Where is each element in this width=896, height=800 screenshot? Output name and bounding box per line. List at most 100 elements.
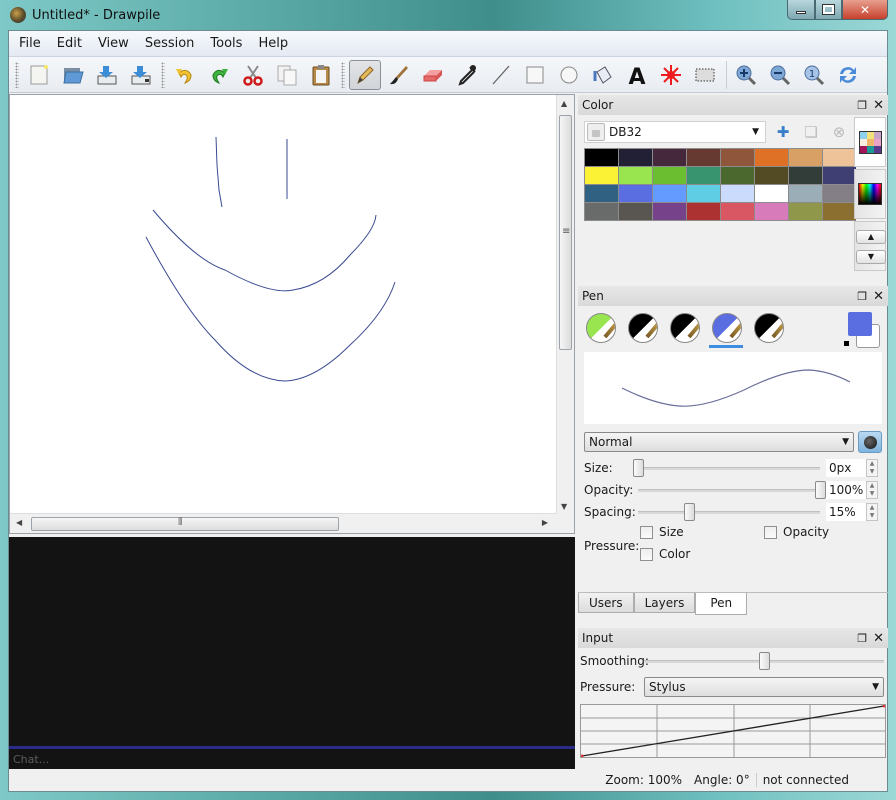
opacity-value[interactable]: 100% (826, 481, 866, 499)
rectangle-tool-button[interactable] (519, 60, 551, 90)
color-swatch[interactable] (755, 185, 788, 202)
size-spin-arrows[interactable]: ▲ ▼ (866, 459, 878, 477)
color-swatch[interactable] (585, 167, 618, 184)
color-swatch[interactable] (721, 149, 754, 166)
color-swatch[interactable] (585, 149, 618, 166)
color-swatch[interactable] (721, 167, 754, 184)
float-dock-icon[interactable]: ❐ (857, 290, 867, 303)
color-swatch[interactable] (687, 185, 720, 202)
pencil-tool-button[interactable] (349, 59, 381, 90)
minimize-button[interactable] (787, 0, 815, 20)
menu-edit[interactable]: Edit (49, 31, 90, 57)
color-swatch[interactable] (585, 203, 618, 220)
size-value[interactable]: 0px (826, 459, 866, 477)
zoom-out-button[interactable] (764, 60, 796, 90)
save-button[interactable] (91, 60, 123, 90)
color-swatch[interactable] (755, 149, 788, 166)
spacing-value[interactable]: 15% (826, 503, 866, 521)
float-dock-icon[interactable]: ❐ (857, 632, 867, 645)
checkbox-box[interactable] (640, 547, 653, 561)
spacing-slider-handle[interactable] (683, 503, 695, 521)
color-swatch[interactable] (823, 185, 856, 202)
tab-users[interactable]: Users (578, 593, 634, 613)
color-swatch[interactable] (755, 203, 788, 220)
close-button[interactable]: ✕ (842, 0, 888, 20)
palette-select[interactable]: DB32 ▼ (584, 121, 766, 143)
color-swatch[interactable] (755, 167, 788, 184)
opacity-slider-handle[interactable] (815, 481, 826, 499)
tool-preset-1[interactable] (586, 313, 616, 343)
toolbar-grip[interactable] (161, 61, 165, 88)
tool-preset-2[interactable] (628, 313, 658, 343)
toolbar-grip[interactable] (341, 61, 345, 88)
color-swatch[interactable] (823, 149, 856, 166)
eraser-mode-toggle[interactable] (858, 431, 882, 453)
opacity-spin-arrows[interactable]: ▲ ▼ (866, 481, 878, 499)
open-button[interactable] (57, 60, 89, 90)
add-palette-button[interactable]: ✚ (772, 123, 794, 141)
opacity-slider[interactable] (638, 481, 826, 499)
color-swatch[interactable] (721, 185, 754, 202)
color-swatch[interactable] (823, 167, 856, 184)
tool-preset-5[interactable] (754, 313, 784, 343)
color-swatch[interactable] (789, 203, 822, 220)
pressure-curve-editor[interactable] (580, 704, 886, 758)
canvas-view[interactable]: ▲ ▼ ◀ ▶ (9, 94, 575, 534)
pressure-color-checkbox[interactable]: Color (640, 547, 690, 561)
smoothing-slider[interactable] (644, 652, 884, 670)
tab-pen[interactable]: Pen (695, 593, 748, 615)
color-wheel-tab[interactable]: ▲ ▼ (854, 221, 886, 271)
color-picker-tool-button[interactable] (451, 60, 483, 90)
spacing-spin-arrows[interactable]: ▲ ▼ (866, 503, 878, 521)
redo-button[interactable] (203, 60, 235, 90)
close-dock-icon[interactable]: ✕ (873, 289, 884, 304)
brush-tool-button[interactable] (383, 60, 415, 90)
tool-preset-4[interactable] (712, 313, 742, 343)
copy-button[interactable] (271, 60, 303, 90)
pressure-size-checkbox[interactable]: Size (640, 525, 684, 539)
tabs-scroll-up-icon[interactable]: ▲ (856, 230, 886, 244)
fill-tool-button[interactable] (587, 60, 619, 90)
eraser-tool-button[interactable] (417, 60, 449, 90)
drawing-canvas[interactable] (10, 95, 556, 515)
undo-button[interactable] (169, 60, 201, 90)
selection-tool-button[interactable] (689, 60, 721, 90)
blend-mode-select[interactable]: Normal ▼ (584, 432, 854, 452)
color-swatch[interactable] (653, 185, 686, 202)
scroll-left-icon[interactable]: ◀ (16, 518, 22, 527)
color-swatch[interactable] (823, 203, 856, 220)
size-slider-handle[interactable] (633, 459, 644, 477)
scroll-up-icon[interactable]: ▲ (561, 99, 567, 108)
rotate-reset-button[interactable] (832, 60, 864, 90)
checkbox-box[interactable] (764, 525, 777, 539)
menu-help[interactable]: Help (250, 31, 296, 57)
foreground-background-colors[interactable] (844, 312, 880, 348)
menu-session[interactable]: Session (137, 31, 203, 57)
scroll-down-icon[interactable]: ▼ (561, 502, 567, 511)
float-dock-icon[interactable]: ❐ (857, 99, 867, 112)
color-swatch[interactable] (619, 149, 652, 166)
text-tool-button[interactable]: A (621, 60, 653, 90)
vertical-scroll-thumb[interactable] (559, 115, 572, 350)
menu-view[interactable]: View (90, 31, 137, 57)
new-button[interactable] (23, 60, 55, 90)
zoom-reset-button[interactable]: 1 (798, 60, 830, 90)
lock-icon[interactable] (587, 123, 605, 141)
canvas-horizontal-scrollbar[interactable]: ◀ ▶ (10, 513, 556, 533)
paste-button[interactable] (305, 60, 337, 90)
ellipse-tool-button[interactable] (553, 60, 585, 90)
color-swatch[interactable] (585, 185, 618, 202)
color-swatch[interactable] (789, 185, 822, 202)
line-tool-button[interactable] (485, 60, 517, 90)
menu-file[interactable]: File (11, 31, 49, 57)
checkbox-box[interactable] (640, 525, 653, 539)
menu-tools[interactable]: Tools (202, 31, 250, 57)
spacing-slider[interactable] (638, 503, 820, 521)
smoothing-slider-handle[interactable] (759, 652, 770, 670)
color-swatch[interactable] (687, 167, 720, 184)
color-swatch[interactable] (619, 185, 652, 202)
color-swatch[interactable] (789, 149, 822, 166)
color-swatch[interactable] (789, 167, 822, 184)
color-swatch[interactable] (619, 203, 652, 220)
color-swatch[interactable] (687, 203, 720, 220)
